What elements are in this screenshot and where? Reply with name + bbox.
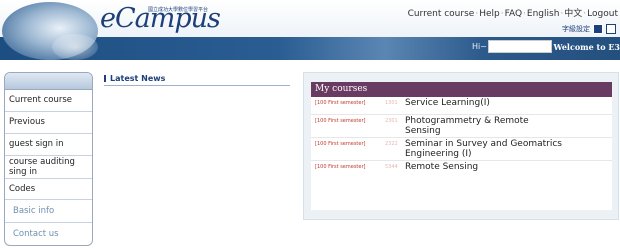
font-large-icon[interactable] [593,24,603,34]
sidebar-item-guest-sign-in[interactable]: guest sign in [5,134,92,156]
sidebar-item-codes[interactable]: Codes [5,179,92,200]
nav-help[interactable]: Help [479,9,500,19]
header: eCampus 國立成功大學數位學習平台 Current course·Help… [0,0,620,62]
greeting-label: Hi~ [472,42,487,51]
my-courses-title: My courses [311,82,612,97]
my-courses-box: My courses [100 First semester] 1301 Ser… [311,82,612,210]
course-row: [100 First semester] 2322 Seminar in Sur… [311,138,612,161]
course-semester: [100 First semester] [315,141,366,147]
course-row: [100 First semester] 5344 Remote Sensing [311,161,612,175]
bullet-icon [104,75,106,82]
course-link[interactable]: Seminar in Survey and Geomatrics Enginee… [405,139,565,159]
welcome-text: Welcome to E3 [553,42,620,52]
nav-current-course[interactable]: Current course [408,9,475,19]
course-link[interactable]: Service Learning(I) [405,98,555,108]
sidebar-item-previous[interactable]: Previous [5,112,92,134]
sidebar: Current course Previous guest sign in co… [4,72,93,246]
course-link[interactable]: Photogrammetry & Remote Sensing [405,116,555,136]
course-id: 2301 [385,118,398,124]
course-semester: [100 First semester] [315,100,366,106]
course-semester: [100 First semester] [315,164,366,170]
logo-subtitle: 國立成功大學數位學習平台 [148,7,209,13]
sidebar-item-current-course[interactable]: Current course [5,90,92,112]
course-semester: [100 First semester] [315,118,366,124]
latest-news-heading: Latest News [104,74,165,83]
nav-english[interactable]: English [527,9,560,19]
sidebar-item-contact-us[interactable]: Contact us [5,223,92,245]
font-small-icon[interactable] [606,24,616,34]
top-nav: Current course·Help·FAQ·English·中文·Logou… [407,9,618,19]
nav-faq[interactable]: FAQ [505,9,522,19]
nav-logout[interactable]: Logout [587,9,618,19]
sidebar-item-course-auditing[interactable]: course auditing sing in [5,156,92,179]
nav-chinese[interactable]: 中文 [564,9,582,19]
glow-graphic [52,34,98,60]
course-id: 5344 [385,164,398,170]
font-size-settings: 字級設定 [562,24,616,34]
username-field[interactable] [488,40,552,53]
course-link[interactable]: Remote Sensing [405,162,555,172]
course-id: 1301 [385,100,398,106]
my-courses-panel: My courses [100 First semester] 1301 Ser… [303,72,619,220]
sidebar-item-basic-info[interactable]: Basic info [5,200,92,223]
course-id: 2322 [385,141,398,147]
latest-news-label: Latest News [110,74,166,83]
course-row: [100 First semester] 2301 Photogrammetry… [311,115,612,138]
font-size-label: 字級設定 [562,25,590,33]
course-row: [100 First semester] 1301 Service Learni… [311,97,612,115]
news-divider [104,85,290,86]
sidebar-header [5,73,92,90]
